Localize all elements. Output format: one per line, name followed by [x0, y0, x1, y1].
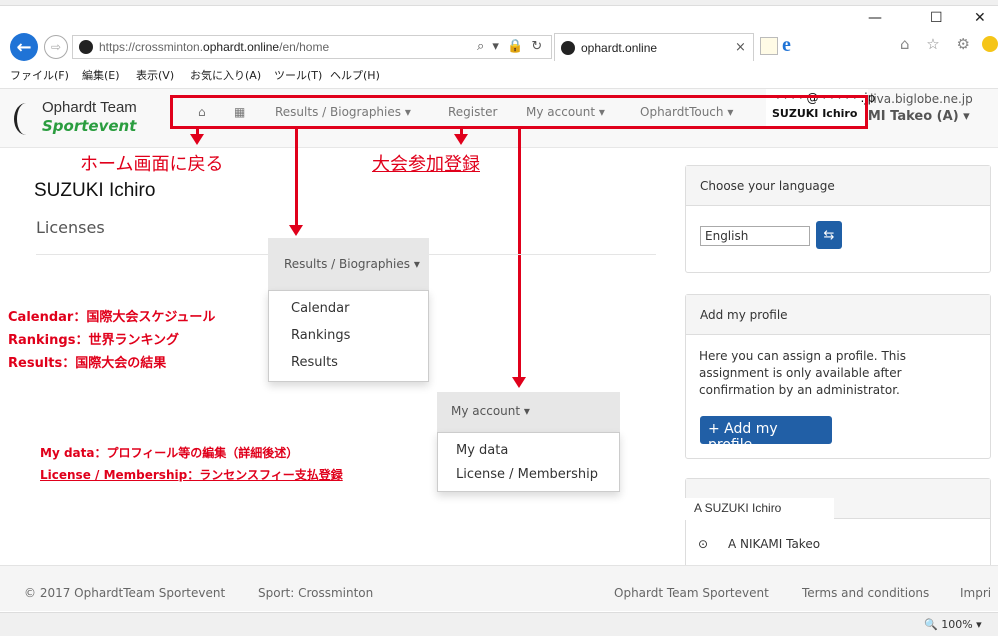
menu-tools[interactable]: ツール(T) [274, 67, 322, 83]
browser-chrome: — ☐ ✕ ← ⇨ https://crossminton.ophardt.on… [0, 0, 998, 88]
arrow-results-head [289, 225, 303, 236]
footer-terms-link[interactable]: Terms and conditions [802, 586, 929, 600]
language-panel: Choose your language [685, 165, 991, 273]
smiley-feedback-icon[interactable] [982, 36, 998, 52]
new-tab-button[interactable] [760, 37, 778, 55]
annotation-results: Results：国際大会の結果 [8, 356, 167, 371]
footer-team-link[interactable]: Ophardt Team Sportevent [614, 586, 769, 600]
menu-item-calendar[interactable]: Calendar [291, 301, 349, 316]
arrow-results-line [295, 128, 298, 226]
url-text: https://crossminton.ophardt.online/en/ho… [99, 40, 330, 54]
user-email: iiva.biglobe.ne.jp [870, 92, 973, 106]
annotation-rankings: Rankings：世界ランキング [8, 333, 180, 348]
menu-item-results[interactable]: Results [291, 355, 338, 370]
address-bar[interactable]: https://crossminton.ophardt.online/en/ho… [72, 35, 552, 59]
menu-item-license-membership[interactable]: License / Membership [456, 467, 598, 482]
menu-view[interactable]: 表示(V) [136, 67, 174, 83]
annotation-mydata: My data：プロフィール等の編集（詳細後述） [40, 446, 299, 460]
forward-button[interactable]: ⇨ [44, 35, 68, 59]
menu-help[interactable]: ヘルプ(H) [330, 67, 380, 83]
language-panel-title: Choose your language [686, 166, 990, 206]
zoom-control[interactable]: 🔍 100% ▾ [924, 618, 982, 631]
close-window-icon[interactable]: ✕ [974, 10, 986, 26]
annotation-frame [170, 95, 868, 129]
profiles-panel [685, 478, 991, 568]
account-dropdown-menu: My data License / Membership [437, 432, 620, 492]
menu-edit[interactable]: 編集(E) [82, 67, 120, 83]
language-apply-button[interactable]: ⇆ [816, 221, 842, 249]
logo-mark-icon [14, 103, 38, 135]
annotation-register: 大会参加登録 [372, 154, 480, 175]
profile-item-nikami[interactable]: A NIKAMI Takeo [728, 536, 820, 553]
translate-icon: ⇆ [823, 227, 835, 243]
arrow-right-icon: ⇨ [50, 40, 62, 54]
tab-close-icon[interactable]: × [735, 40, 746, 55]
menu-favorites[interactable]: お気に入り(A) [190, 67, 261, 83]
menu-file[interactable]: ファイル(F) [10, 67, 69, 83]
annotation-home: ホーム画面に戻る [80, 154, 224, 175]
site-footer: © 2017 OphardtTeam Sportevent Sport: Cro… [0, 565, 998, 611]
footer-imprint-link[interactable]: Impri [960, 586, 991, 600]
status-bar: 🔍 100% ▾ [0, 612, 998, 636]
menu-bar: ファイル(F) 編集(E) 表示(V) お気に入り(A) ツール(T) ヘルプ(… [0, 65, 998, 85]
logo-text-top[interactable]: Ophardt Team [42, 99, 137, 116]
ie-logo-icon: e [782, 34, 791, 56]
profile-help-line-2: assignment is only available after [699, 366, 902, 380]
maximize-icon[interactable]: ☐ [930, 10, 943, 26]
arrow-home-head [190, 134, 204, 145]
browser-tab[interactable]: ophardt.online × [554, 33, 754, 61]
annotation-calendar: Calendar：国際大会スケジュール [8, 310, 216, 325]
arrow-account-head [512, 377, 526, 388]
title-bar [0, 0, 998, 6]
footer-sport: Sport: Crossminton [258, 586, 374, 600]
licenses-heading: Licenses [36, 218, 105, 237]
results-dropdown-menu: Calendar Rankings Results [268, 290, 429, 382]
tab-favicon-icon [561, 41, 575, 55]
arrow-account-line [518, 128, 521, 378]
profile-help-line-3: confirmation by an administrator. [699, 383, 900, 397]
logo-text-bottom[interactable]: Sportevent [42, 117, 136, 135]
menu-item-my-data[interactable]: My data [456, 443, 508, 458]
back-button[interactable]: ← [10, 33, 38, 61]
arrow-register-head [454, 134, 468, 145]
menu-item-rankings[interactable]: Rankings [291, 328, 350, 343]
profile-item-owner: A SUZUKI Ichiro [694, 501, 782, 515]
arrow-left-icon: ← [16, 36, 32, 58]
profile-help-line-1: Here you can assign a profile. This [699, 349, 906, 363]
results-dropdown-header[interactable]: Results / Biographies ▾ [268, 238, 429, 290]
site-favicon-icon [79, 40, 93, 54]
footer-copyright: © 2017 OphardtTeam Sportevent [24, 586, 226, 600]
radio-selected-icon[interactable]: ⊙ [698, 536, 708, 553]
language-select[interactable]: English [700, 226, 810, 246]
address-tools[interactable]: ⌕ ▾ 🔒 ↻ [477, 39, 544, 54]
annotation-license: License / Membership：ランセンスフィー支払登録 [40, 468, 343, 482]
add-profile-panel-title: Add my profile [686, 295, 990, 335]
tab-title: ophardt.online [581, 41, 658, 55]
minimize-icon[interactable]: — [868, 10, 882, 26]
add-my-profile-button[interactable]: + Add my profile [700, 416, 832, 453]
account-owner-name: SUZUKI Ichiro [34, 180, 156, 201]
toolbar-icons[interactable]: ⌂ ☆ ⚙ [900, 35, 976, 53]
account-dropdown-header[interactable]: My account ▾ [437, 392, 620, 432]
